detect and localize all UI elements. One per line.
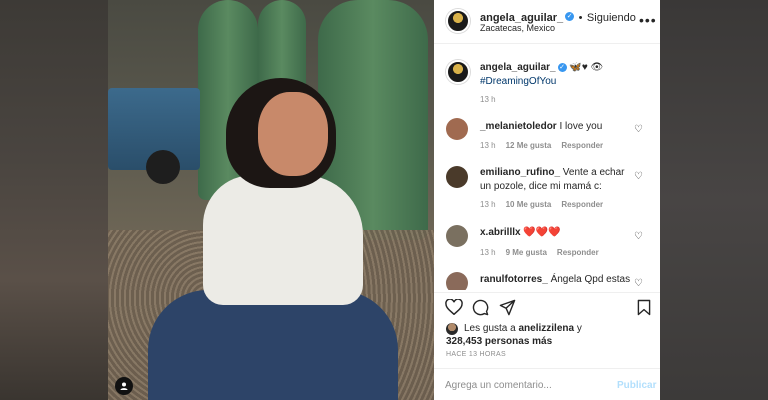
comment-likes-link[interactable]: 12 Me gusta — [506, 141, 552, 150]
comment-text: Ángela Qpd estas — [550, 274, 631, 285]
post-location[interactable]: Zacatecas, Mexico — [480, 23, 555, 33]
comment-time: 13 h — [480, 200, 496, 209]
comment-time: 13 h — [480, 248, 496, 257]
publish-button[interactable]: Publicar — [617, 380, 656, 391]
separator-dot: • — [578, 12, 583, 24]
comment-text: ❤️❤️❤️ — [523, 227, 561, 238]
comment-username[interactable]: emiliano_rufino_ — [480, 167, 560, 178]
user-tag-icon[interactable] — [115, 377, 133, 395]
comment-avatar[interactable] — [446, 272, 468, 290]
person-figure — [203, 175, 363, 305]
reply-button[interactable]: Responder — [557, 248, 599, 257]
caption-username[interactable]: angela_aguilar_ — [480, 62, 556, 73]
person-figure — [148, 290, 398, 400]
comment-item: ranulfotorres_ Ángela Qpd estas — [480, 273, 638, 287]
likes-count-link[interactable]: 328,453 personas más — [446, 336, 552, 347]
more-options-icon[interactable]: ••• — [639, 12, 657, 28]
caption-time: 13 h — [480, 95, 496, 104]
reply-button[interactable]: Responder — [561, 200, 603, 209]
comment-item: x.abrilllx ❤️❤️❤️ — [480, 226, 638, 240]
post-actions-bar — [434, 292, 660, 322]
comment-item: _melanietoledor I love you — [480, 120, 638, 134]
comment-item: emiliano_rufino_ Vente a echar un pozole… — [480, 166, 638, 194]
comment-likes-link[interactable]: 10 Me gusta — [506, 200, 552, 209]
comment-username[interactable]: x.abrilllx — [480, 227, 521, 238]
post-header: angela_aguilar_ ✓ • Siguiendo Zacatecas, … — [434, 0, 660, 44]
comment-avatar[interactable] — [446, 225, 468, 247]
comments-list[interactable]: angela_aguilar_ ✓ 🦋♥ 👁 #DreamingOfYou 13 … — [434, 45, 660, 290]
lightbox-backdrop-right — [660, 0, 768, 400]
comment-likes-link[interactable]: 9 Me gusta — [506, 248, 547, 257]
avatar[interactable] — [446, 60, 470, 84]
caption-text: 🦋♥ 👁 — [569, 62, 604, 73]
comment-username[interactable]: _melanietoledor — [480, 121, 557, 132]
comment-avatar[interactable] — [446, 118, 468, 140]
post-detail-panel: angela_aguilar_ ✓ • Siguiendo Zacatecas, … — [434, 0, 660, 400]
lightbox-backdrop-left — [0, 0, 108, 400]
comment-like-heart-icon[interactable]: ♡ — [634, 278, 643, 289]
comment-text: I love you — [559, 121, 603, 132]
comment-time: 13 h — [480, 141, 496, 150]
likes-prefix: Les gusta a — [464, 323, 519, 334]
person-figure — [258, 92, 328, 176]
comment-meta: 13 h 12 Me gusta Responder — [480, 141, 613, 150]
comment-meta: 13 h 9 Me gusta Responder — [480, 248, 609, 257]
comment-meta: 13 h 10 Me gusta Responder — [480, 200, 613, 209]
share-paper-plane-icon[interactable] — [499, 299, 516, 321]
truck-wheel-decor — [146, 150, 180, 184]
post-timestamp[interactable]: HACE 13 HORAS — [446, 351, 506, 358]
caption: angela_aguilar_ ✓ 🦋♥ 👁 #DreamingOfYou — [480, 61, 638, 89]
save-bookmark-icon[interactable] — [637, 299, 651, 321]
comment-like-heart-icon[interactable]: ♡ — [634, 231, 643, 242]
comment-username[interactable]: ranulfotorres_ — [480, 274, 548, 285]
likes-summary: Les gusta a anelizzilena y 328,453 perso… — [446, 322, 656, 348]
verified-badge-icon: ✓ — [565, 12, 575, 22]
likes-middle: y — [574, 323, 582, 334]
like-heart-icon[interactable] — [445, 298, 463, 320]
verified-badge-icon: ✓ — [557, 62, 567, 72]
avatar[interactable] — [446, 9, 470, 33]
likes-user-link[interactable]: anelizzilena — [518, 323, 574, 334]
comment-like-heart-icon[interactable]: ♡ — [634, 124, 643, 135]
caption-hashtag-link[interactable]: #DreamingOfYou — [480, 76, 556, 87]
reply-button[interactable]: Responder — [561, 141, 603, 150]
comment-bubble-icon[interactable] — [472, 299, 489, 321]
comment-like-heart-icon[interactable]: ♡ — [634, 171, 643, 182]
comment-avatar[interactable] — [446, 166, 468, 188]
comment-input[interactable] — [445, 377, 595, 393]
following-button[interactable]: Siguiendo — [587, 12, 636, 24]
add-comment-bar: Publicar — [434, 368, 660, 400]
post-photo[interactable] — [108, 0, 434, 400]
